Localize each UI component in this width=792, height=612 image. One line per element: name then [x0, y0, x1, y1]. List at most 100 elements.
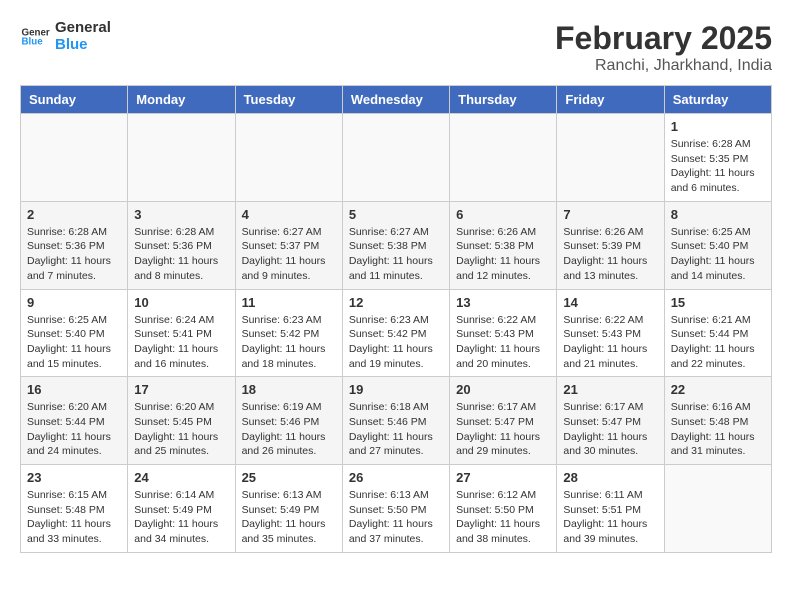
day-info: Sunrise: 6:26 AM Sunset: 5:38 PM Dayligh…	[456, 225, 550, 284]
day-number: 16	[27, 382, 121, 397]
calendar-body: 1 Sunrise: 6:28 AM Sunset: 5:35 PM Daylig…	[21, 114, 772, 553]
day-info: Sunrise: 6:28 AM Sunset: 5:35 PM Dayligh…	[671, 137, 765, 196]
day-info: Sunrise: 6:11 AM Sunset: 5:51 PM Dayligh…	[563, 488, 657, 547]
calendar-cell: 11Sunrise: 6:23 AM Sunset: 5:42 PM Dayli…	[235, 289, 342, 377]
calendar-cell	[450, 114, 557, 202]
day-number: 13	[456, 295, 550, 310]
day-info: Sunrise: 6:28 AM Sunset: 5:36 PM Dayligh…	[134, 225, 228, 284]
calendar-cell: 3 Sunrise: 6:28 AM Sunset: 5:36 PM Daylig…	[128, 201, 235, 289]
day-number: 3	[134, 207, 228, 222]
day-info: Sunrise: 6:24 AM Sunset: 5:41 PM Dayligh…	[134, 313, 228, 372]
day-number: 5	[349, 207, 443, 222]
day-number: 8	[671, 207, 765, 222]
day-number: 25	[242, 470, 336, 485]
calendar-cell	[128, 114, 235, 202]
calendar-cell: 17Sunrise: 6:20 AM Sunset: 5:45 PM Dayli…	[128, 377, 235, 465]
calendar-cell: 20 Sunrise: 6:17 AM Sunset: 5:47 PM Dayli…	[450, 377, 557, 465]
day-number: 1	[671, 119, 765, 134]
day-info: Sunrise: 6:22 AM Sunset: 5:43 PM Dayligh…	[563, 313, 657, 372]
logo-general: General	[55, 20, 111, 37]
calendar-cell	[235, 114, 342, 202]
calendar-cell: 2Sunrise: 6:28 AM Sunset: 5:36 PM Daylig…	[21, 201, 128, 289]
calendar-cell: 19 Sunrise: 6:18 AM Sunset: 5:46 PM Dayli…	[342, 377, 449, 465]
calendar-cell: 10 Sunrise: 6:24 AM Sunset: 5:41 PM Dayli…	[128, 289, 235, 377]
calendar-cell: 12 Sunrise: 6:23 AM Sunset: 5:42 PM Dayli…	[342, 289, 449, 377]
svg-text:Blue: Blue	[22, 36, 44, 47]
week-row-4: 16 Sunrise: 6:20 AM Sunset: 5:44 PM Dayli…	[21, 377, 772, 465]
weekday-header-sunday: Sunday	[21, 86, 128, 114]
day-number: 19	[349, 382, 443, 397]
day-number: 21	[563, 382, 657, 397]
day-info: Sunrise: 6:16 AM Sunset: 5:48 PM Dayligh…	[671, 400, 765, 459]
calendar-cell: 6 Sunrise: 6:26 AM Sunset: 5:38 PM Daylig…	[450, 201, 557, 289]
day-info: Sunrise: 6:13 AM Sunset: 5:50 PM Dayligh…	[349, 488, 443, 547]
day-info: Sunrise: 6:27 AM Sunset: 5:37 PM Dayligh…	[242, 225, 336, 284]
calendar-cell	[21, 114, 128, 202]
week-row-5: 23 Sunrise: 6:15 AM Sunset: 5:48 PM Dayli…	[21, 465, 772, 553]
week-row-1: 1 Sunrise: 6:28 AM Sunset: 5:35 PM Daylig…	[21, 114, 772, 202]
calendar-cell: 27Sunrise: 6:12 AM Sunset: 5:50 PM Dayli…	[450, 465, 557, 553]
day-info: Sunrise: 6:14 AM Sunset: 5:49 PM Dayligh…	[134, 488, 228, 547]
day-info: Sunrise: 6:20 AM Sunset: 5:44 PM Dayligh…	[27, 400, 121, 459]
calendar-cell: 18 Sunrise: 6:19 AM Sunset: 5:46 PM Dayli…	[235, 377, 342, 465]
calendar-cell: 24 Sunrise: 6:14 AM Sunset: 5:49 PM Dayli…	[128, 465, 235, 553]
weekday-header-row: SundayMondayTuesdayWednesdayThursdayFrid…	[21, 86, 772, 114]
day-info: Sunrise: 6:22 AM Sunset: 5:43 PM Dayligh…	[456, 313, 550, 372]
day-info: Sunrise: 6:19 AM Sunset: 5:46 PM Dayligh…	[242, 400, 336, 459]
day-info: Sunrise: 6:26 AM Sunset: 5:39 PM Dayligh…	[563, 225, 657, 284]
day-info: Sunrise: 6:21 AM Sunset: 5:44 PM Dayligh…	[671, 313, 765, 372]
day-info: Sunrise: 6:17 AM Sunset: 5:47 PM Dayligh…	[456, 400, 550, 459]
day-number: 9	[27, 295, 121, 310]
day-info: Sunrise: 6:25 AM Sunset: 5:40 PM Dayligh…	[27, 313, 121, 372]
day-number: 23	[27, 470, 121, 485]
day-info: Sunrise: 6:15 AM Sunset: 5:48 PM Dayligh…	[27, 488, 121, 547]
calendar-cell: 8 Sunrise: 6:25 AM Sunset: 5:40 PM Daylig…	[664, 201, 771, 289]
day-number: 18	[242, 382, 336, 397]
calendar-cell: 22 Sunrise: 6:16 AM Sunset: 5:48 PM Dayli…	[664, 377, 771, 465]
month-title: February 2025	[555, 20, 772, 57]
day-info: Sunrise: 6:23 AM Sunset: 5:42 PM Dayligh…	[349, 313, 443, 372]
calendar-cell: 26 Sunrise: 6:13 AM Sunset: 5:50 PM Dayli…	[342, 465, 449, 553]
day-number: 22	[671, 382, 765, 397]
day-number: 7	[563, 207, 657, 222]
day-number: 2	[27, 207, 121, 222]
calendar-cell: 15 Sunrise: 6:21 AM Sunset: 5:44 PM Dayli…	[664, 289, 771, 377]
calendar-cell: 7 Sunrise: 6:26 AM Sunset: 5:39 PM Daylig…	[557, 201, 664, 289]
day-info: Sunrise: 6:13 AM Sunset: 5:49 PM Dayligh…	[242, 488, 336, 547]
day-number: 26	[349, 470, 443, 485]
weekday-header-wednesday: Wednesday	[342, 86, 449, 114]
day-info: Sunrise: 6:17 AM Sunset: 5:47 PM Dayligh…	[563, 400, 657, 459]
calendar-cell: 16 Sunrise: 6:20 AM Sunset: 5:44 PM Dayli…	[21, 377, 128, 465]
day-info: Sunrise: 6:18 AM Sunset: 5:46 PM Dayligh…	[349, 400, 443, 459]
day-info: Sunrise: 6:23 AM Sunset: 5:42 PM Dayligh…	[242, 313, 336, 372]
day-number: 12	[349, 295, 443, 310]
day-number: 6	[456, 207, 550, 222]
calendar-cell: 23 Sunrise: 6:15 AM Sunset: 5:48 PM Dayli…	[21, 465, 128, 553]
week-row-2: 2 Sunrise: 6:28 AM Sunset: 5:36 PM Daylig…	[21, 201, 772, 289]
day-number: 10	[134, 295, 228, 310]
calendar-cell: 4Sunrise: 6:27 AM Sunset: 5:37 PM Daylig…	[235, 201, 342, 289]
day-number: 20	[456, 382, 550, 397]
weekday-header-thursday: Thursday	[450, 86, 557, 114]
day-info: Sunrise: 6:25 AM Sunset: 5:40 PM Dayligh…	[671, 225, 765, 284]
day-number: 27	[456, 470, 550, 485]
calendar-cell: 21 Sunrise: 6:17 AM Sunset: 5:47 PM Dayli…	[557, 377, 664, 465]
weekday-header-saturday: Saturday	[664, 86, 771, 114]
calendar-cell: 28 Sunrise: 6:11 AM Sunset: 5:51 PM Dayli…	[557, 465, 664, 553]
week-row-3: 9 Sunrise: 6:25 AM Sunset: 5:40 PM Daylig…	[21, 289, 772, 377]
day-number: 24	[134, 470, 228, 485]
weekday-header-friday: Friday	[557, 86, 664, 114]
calendar-cell: 5 Sunrise: 6:27 AM Sunset: 5:38 PM Daylig…	[342, 201, 449, 289]
day-info: Sunrise: 6:20 AM Sunset: 5:45 PM Dayligh…	[134, 400, 228, 459]
weekday-header-tuesday: Tuesday	[235, 86, 342, 114]
day-info: Sunrise: 6:27 AM Sunset: 5:38 PM Dayligh…	[349, 225, 443, 284]
day-number: 15	[671, 295, 765, 310]
calendar-cell	[557, 114, 664, 202]
weekday-header-monday: Monday	[128, 86, 235, 114]
page-header: General Blue General Blue February 2025 …	[20, 20, 772, 75]
title-block: February 2025 Ranchi, Jharkhand, India	[555, 20, 772, 75]
day-number: 28	[563, 470, 657, 485]
calendar-table: SundayMondayTuesdayWednesdayThursdayFrid…	[20, 85, 772, 553]
calendar-cell: 9 Sunrise: 6:25 AM Sunset: 5:40 PM Daylig…	[21, 289, 128, 377]
logo-icon: General Blue	[20, 22, 50, 52]
